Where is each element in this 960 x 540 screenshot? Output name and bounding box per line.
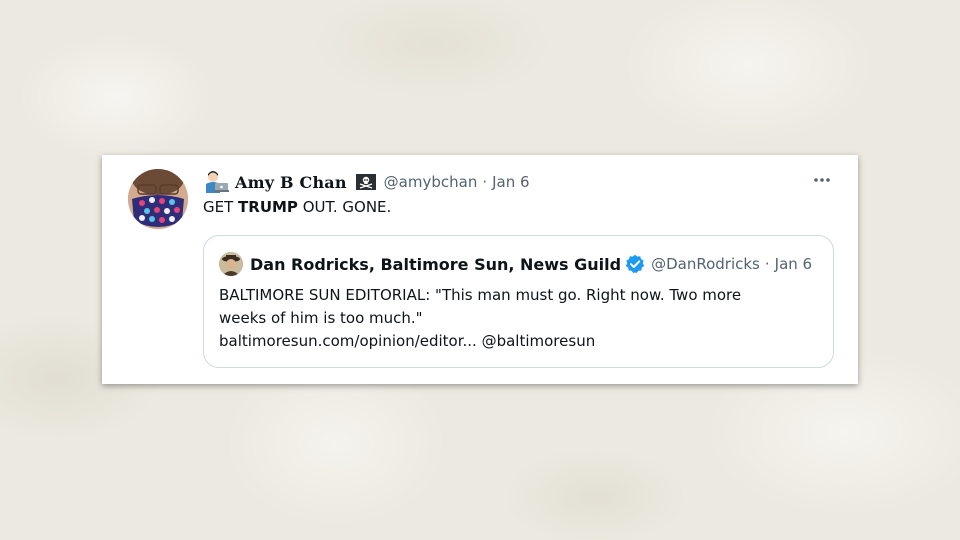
tweet-text: GET TRUMP OUT. GONE. — [203, 198, 391, 216]
quoted-tweet[interactable]: Dan Rodricks, Baltimore Sun, News Guild … — [203, 235, 834, 368]
quoted-tweet-header: Dan Rodricks, Baltimore Sun, News Guild … — [219, 251, 812, 277]
tweet-date[interactable]: Jan 6 — [492, 173, 529, 191]
separator-dot: · — [482, 173, 488, 191]
avatar[interactable] — [128, 169, 188, 229]
more-options-button[interactable] — [812, 173, 832, 187]
more-horizontal-icon[interactable] — [812, 173, 832, 187]
verified-badge-icon — [625, 254, 645, 273]
quoted-tweet-text: BALTIMORE SUN EDITORIAL: "This man must … — [219, 284, 819, 353]
tweet-card[interactable]: Amy B Chan @amybchan · Jan 6 GET TRUMP O… — [102, 155, 858, 384]
quoted-avatar[interactable] — [219, 252, 243, 276]
quoted-tweet-date[interactable]: Jan 6 — [775, 255, 812, 273]
tweet-text-suffix: OUT. GONE. — [297, 198, 392, 216]
tweet-text-bold: TRUMP — [238, 198, 298, 216]
quoted-text-line: weeks of him is too much." — [219, 309, 423, 327]
woman-technologist-icon — [206, 171, 229, 193]
quoted-separator-dot: · — [764, 255, 770, 273]
tweet-header: Amy B Chan @amybchan · Jan 6 — [203, 170, 530, 194]
user-handle[interactable]: @amybchan — [384, 173, 478, 191]
quoted-text-link-line[interactable]: baltimoresun.com/opinion/editor... @balt… — [219, 330, 819, 353]
quoted-text-line: BALTIMORE SUN EDITORIAL: "This man must … — [219, 286, 742, 304]
tweet-text-prefix: GET — [203, 198, 239, 216]
quoted-user-handle[interactable]: @DanRodricks — [651, 255, 760, 273]
pirate-flag-icon — [355, 174, 376, 190]
quoted-display-name[interactable]: Dan Rodricks, Baltimore Sun, News Guild — [250, 255, 621, 274]
display-name[interactable]: Amy B Chan — [235, 173, 347, 192]
